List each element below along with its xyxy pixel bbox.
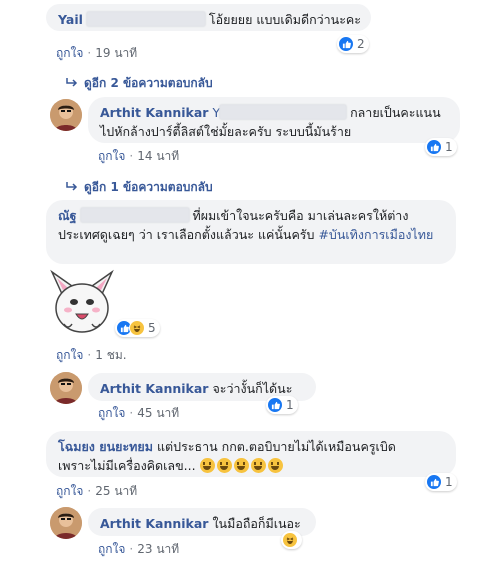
reaction-count[interactable]: 5 (115, 319, 160, 337)
grinning-emoji-icon (199, 458, 215, 473)
comment-author[interactable]: Arthit Kannikar (100, 381, 208, 396)
grinning-emoji-icon (267, 458, 283, 473)
like-link[interactable]: ถูกใจ (56, 484, 83, 498)
view-replies-label: ดูอีก 1 ข้อความตอบกลับ (84, 180, 213, 194)
sticker-image (46, 266, 118, 338)
comment-author[interactable]: Yail (58, 12, 83, 27)
comment-bubble: Arthit Kannikar ในมือถือก็มีเนอะ (88, 508, 316, 536)
like-link[interactable]: ถูกใจ (56, 46, 83, 60)
grinning-emoji-icon (250, 458, 266, 473)
like-link[interactable]: ถูกใจ (98, 149, 125, 163)
comment-author[interactable]: ณัฐ (58, 208, 77, 223)
avatar[interactable] (50, 99, 82, 131)
comment-author[interactable]: Arthit Kannikar (100, 105, 208, 120)
view-replies-link[interactable]: ดูอีก 1 ข้อความตอบกลับ (66, 178, 213, 197)
comment-actions: ถูกใจ · 19 นาที (56, 46, 138, 60)
reaction-count[interactable] (281, 531, 302, 549)
comment-text: โอ้ยยยย แบบเดิมดีกว่านะคะ (208, 12, 362, 27)
reaction-count[interactable]: 2 (337, 35, 369, 53)
reaction-number: 5 (148, 321, 156, 335)
reaction-number: 1 (445, 475, 453, 489)
comment-text: กลายเป็นคะแนน (350, 105, 441, 120)
view-replies-label: ดูอีก 2 ข้อความตอบกลับ (84, 76, 213, 90)
redacted-name (80, 208, 189, 222)
comment-text: แต่ประธาน กกต.ตอบิบายไม่ได้เหมือนครูเบิด (156, 439, 396, 454)
like-reaction-icon (426, 139, 442, 155)
comment-text-line: เพราะไม่มีเครื่องคิดเลข... (58, 458, 196, 473)
reaction-number: 1 (286, 398, 294, 412)
haha-reaction-icon (129, 320, 145, 336)
reply-arrow-icon (66, 181, 78, 195)
like-link[interactable]: ถูกใจ (98, 542, 125, 556)
comment-actions: ถูกใจ · 1 ชม. (56, 348, 127, 362)
grinning-emoji-icon (216, 458, 232, 473)
redacted-name (220, 105, 347, 119)
comment-text: จะว่างั้นก็ได้นะ (212, 381, 293, 396)
comment-bubble: โฉมยง ยนยะทยม แต่ประธาน กกต.ตอบิบายไม่ได้… (46, 431, 456, 477)
like-link[interactable]: ถูกใจ (56, 348, 83, 362)
view-replies-link[interactable]: ดูอีก 2 ข้อความตอบกลับ (66, 74, 213, 93)
comment-bubble: Arthit Kannikar Y กลายเป็นคะแนน ไปหักล้าง… (88, 97, 460, 143)
comment-actions: ถูกใจ · 45 นาที (98, 406, 180, 420)
timestamp[interactable]: 23 นาที (137, 542, 179, 556)
comment-actions: ถูกใจ · 14 นาที (98, 149, 180, 163)
reaction-count[interactable]: 1 (425, 473, 457, 491)
like-reaction-icon (267, 397, 283, 413)
avatar[interactable] (50, 507, 82, 539)
comment-text-line: ไปหักล้างปาร์ตี้ลิสต์ใช่มั้ยละครับ ระบบน… (100, 124, 352, 139)
comment-author[interactable]: Arthit Kannikar (100, 516, 208, 531)
timestamp[interactable]: 25 นาที (95, 484, 137, 498)
reply-arrow-icon (66, 77, 78, 91)
haha-reaction-icon (282, 532, 298, 548)
reaction-number: 2 (357, 37, 365, 51)
reaction-count[interactable]: 1 (266, 396, 298, 414)
comment-text: ในมือถือก็มีเนอะ (212, 516, 301, 531)
mention[interactable]: Y (212, 105, 220, 120)
grinning-emoji-icon (233, 458, 249, 473)
comment-bubble: Yail โอ้ยยยย แบบเดิมดีกว่านะคะ (46, 4, 371, 31)
avatar[interactable] (50, 372, 82, 404)
reaction-count[interactable]: 1 (425, 138, 457, 156)
timestamp[interactable]: 1 ชม. (95, 348, 126, 362)
like-reaction-icon (338, 36, 354, 52)
comment-bubble: ณัฐ ที่ผมเข้าใจนะครับคือ มาเล่นละครให้ต่… (46, 200, 456, 264)
like-reaction-icon (426, 474, 442, 490)
hashtag-link[interactable]: #บันเทิงการเมืองไทย (318, 227, 433, 242)
comment-author[interactable]: โฉมยง ยนยะทยม (58, 439, 153, 454)
reaction-number: 1 (445, 140, 453, 154)
redacted-name (86, 12, 205, 26)
timestamp[interactable]: 14 นาที (137, 149, 179, 163)
like-link[interactable]: ถูกใจ (98, 406, 125, 420)
comment-actions: ถูกใจ · 25 นาที (56, 484, 138, 498)
timestamp[interactable]: 19 นาที (95, 46, 137, 60)
timestamp[interactable]: 45 นาที (137, 406, 179, 420)
comment-actions: ถูกใจ · 23 นาที (98, 542, 180, 556)
